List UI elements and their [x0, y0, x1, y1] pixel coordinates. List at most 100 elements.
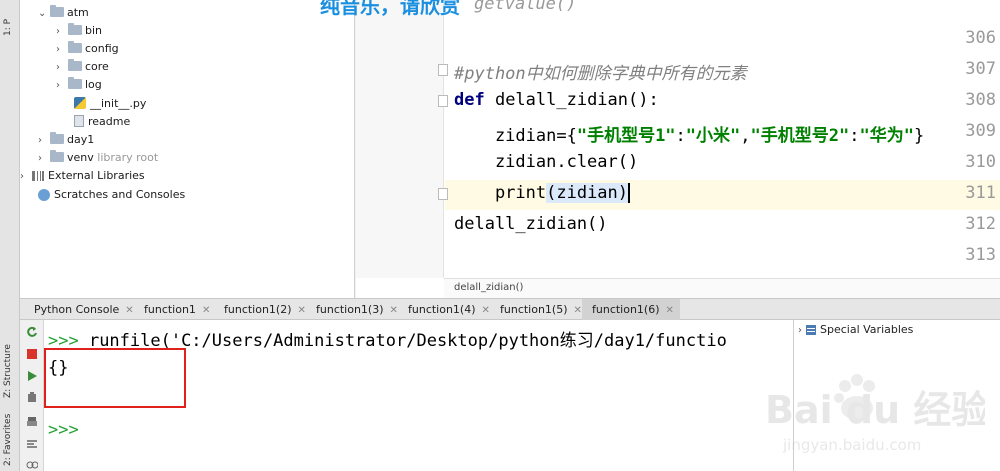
variables-icon: [806, 325, 816, 335]
tree-item-label: config: [85, 42, 119, 55]
code-line-311: print(zidian): [454, 183, 631, 203]
console-toolbar: [20, 320, 44, 471]
tree-item-day1[interactable]: › day1: [38, 131, 94, 149]
close-icon[interactable]: ✕: [202, 305, 210, 316]
tab-label: function1(3): [316, 303, 384, 316]
chevron-right-icon[interactable]: ›: [38, 150, 50, 168]
string-token: "小米": [685, 126, 741, 146]
code-token: zidian={: [454, 126, 577, 146]
line-number-gutter: [356, 0, 444, 278]
chevron-right-icon[interactable]: ›: [56, 23, 68, 41]
string-token: "手机型号1": [576, 126, 676, 146]
chevron-right-icon[interactable]: ›: [56, 77, 68, 95]
fold-marker-icon[interactable]: [438, 64, 448, 76]
stop-icon[interactable]: [26, 348, 38, 360]
line-number: 309: [965, 121, 996, 141]
chevron-right-icon[interactable]: ›: [56, 59, 68, 77]
tree-item-config[interactable]: › config: [56, 40, 119, 58]
chevron-right-icon[interactable]: ›: [798, 325, 802, 336]
tree-item-readme[interactable]: readme: [74, 113, 130, 131]
tab-label: Python Console: [34, 303, 120, 316]
code-line-309: zidian={"手机型号1":"小米","手机型号2":"华为"}: [454, 121, 924, 146]
chevron-right-icon[interactable]: ›: [56, 41, 68, 59]
project-tree-panel: ⌄ atm › bin › config › core › log __init__.py…: [20, 0, 355, 298]
text-file-icon: [74, 115, 84, 127]
tree-item-scratches[interactable]: Scratches and Consoles: [38, 186, 185, 204]
line-number: 308: [965, 90, 996, 110]
tab-function1-3[interactable]: function1(3) ✕: [306, 299, 404, 320]
code-line-310: zidian.clear(): [454, 152, 639, 172]
tree-item-label: core: [85, 60, 109, 73]
folder-icon: [50, 150, 64, 162]
special-variables-row[interactable]: › Special Variables: [798, 323, 913, 336]
tree-item-label: atm: [67, 6, 89, 19]
editor-breadcrumb[interactable]: delall_zidian(): [444, 278, 1000, 298]
tree-item-log[interactable]: › log: [56, 76, 102, 94]
tab-python-console[interactable]: Python Console ✕: [24, 299, 140, 320]
close-icon[interactable]: ✕: [482, 305, 490, 316]
fold-marker-icon[interactable]: [438, 188, 448, 200]
line-number: 311: [965, 183, 996, 203]
code-token: :: [675, 126, 686, 146]
tree-item-label: bin: [85, 24, 103, 37]
keyword-def: def: [454, 90, 485, 110]
close-icon[interactable]: ✕: [390, 305, 398, 316]
highlight-annotation-box: [44, 348, 186, 408]
code-editor[interactable]: getvalue() 306 307 308 309 310 311 312 3…: [356, 0, 1000, 298]
debug-icon[interactable]: [26, 392, 38, 404]
watermark-brand: Bai du 经验: [765, 388, 985, 432]
tab-label: function1: [144, 303, 196, 316]
history-icon[interactable]: [26, 438, 38, 450]
tab-function1-4[interactable]: function1(4) ✕: [398, 299, 496, 320]
console-tab-bar: Python Console ✕ function1 ✕ function1(2) ✕…: [20, 298, 1000, 320]
tree-item-atm[interactable]: ⌄ atm: [38, 4, 89, 22]
line-number: 310: [965, 152, 996, 172]
tree-item-venv[interactable]: › venv library root: [38, 149, 158, 167]
line-number: 313: [965, 245, 996, 265]
string-token: "华为": [859, 126, 914, 146]
libraries-icon: [32, 171, 44, 181]
tab-function1-5[interactable]: function1(5) ✕: [490, 299, 588, 320]
scratches-icon: [38, 189, 50, 201]
tab-label: function1(4): [408, 303, 476, 316]
python-console-output[interactable]: >>> runfile('C:/Users/Administrator/Desk…: [44, 320, 793, 471]
fold-marker-icon[interactable]: [438, 95, 448, 107]
tab-label: function1(2): [224, 303, 292, 316]
tree-item-label: External Libraries: [48, 169, 145, 182]
folder-icon: [68, 41, 82, 53]
tree-item-core[interactable]: › core: [56, 58, 109, 76]
console-input-prompt[interactable]: >>>: [48, 420, 79, 440]
tab-function1-6[interactable]: function1(6) ✕: [582, 299, 680, 320]
close-icon[interactable]: ✕: [666, 305, 674, 316]
project-tool-tab[interactable]: 1: P: [3, 19, 13, 36]
chevron-right-icon[interactable]: ›: [20, 168, 32, 186]
structure-tool-tab[interactable]: Z: Structure: [3, 344, 13, 398]
chevron-down-icon[interactable]: ⌄: [38, 5, 50, 23]
overlay-caption: 纯音乐，请欣赏: [320, 0, 460, 18]
tab-function1-2[interactable]: function1(2) ✕: [214, 299, 312, 320]
close-icon[interactable]: ✕: [574, 305, 582, 316]
settings-icon[interactable]: [26, 459, 38, 471]
close-icon[interactable]: ✕: [125, 305, 133, 316]
tree-item-label: day1: [67, 133, 95, 146]
rerun-icon[interactable]: [26, 326, 38, 338]
baidu-jingyan-watermark: Bai du 经验 jingyan.baidu.com: [765, 374, 985, 454]
chevron-right-icon[interactable]: ›: [38, 132, 50, 150]
tree-item-label: Scratches and Consoles: [54, 188, 186, 201]
tree-item-init-py[interactable]: __init__.py: [74, 95, 146, 113]
code-token: }: [913, 126, 925, 146]
line-number: 312: [965, 214, 996, 234]
code-line-308: def delall_zidian():: [454, 90, 659, 110]
print-icon[interactable]: [26, 416, 38, 428]
close-icon[interactable]: ✕: [298, 305, 306, 316]
code-line-307: #python中如何删除字典中所有的元素: [454, 64, 747, 84]
tree-item-label: __init__.py: [90, 97, 147, 110]
run-icon[interactable]: [26, 370, 38, 382]
tree-item-bin[interactable]: › bin: [56, 22, 102, 40]
library-root-hint: library root: [97, 151, 159, 164]
string-token: "手机型号2": [750, 126, 850, 146]
tab-function1[interactable]: function1 ✕: [134, 299, 216, 320]
tree-item-external-libraries[interactable]: › External Libraries: [20, 167, 145, 185]
function-signature: delall_zidian():: [484, 90, 659, 110]
favorites-tool-tab[interactable]: 2: Favorites: [3, 414, 13, 466]
